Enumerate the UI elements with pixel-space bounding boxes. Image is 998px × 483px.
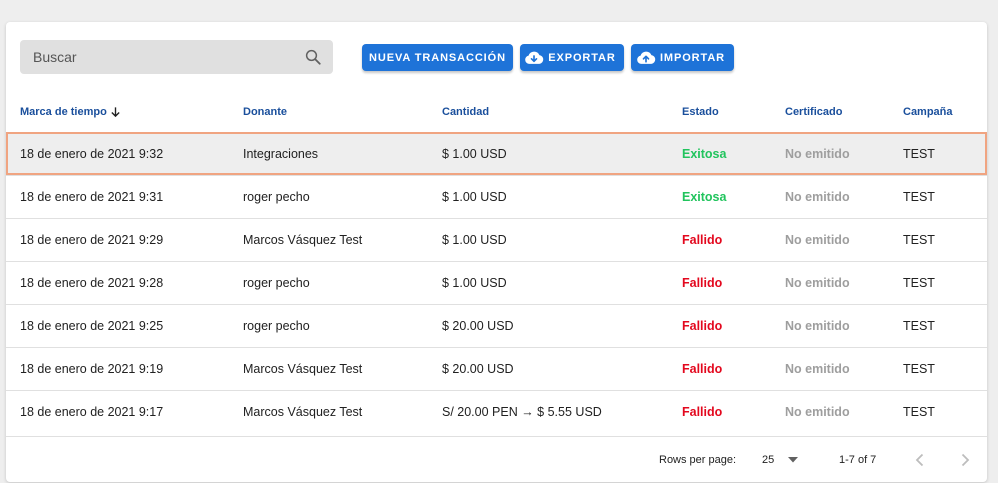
header-campaign-label: Campaña: [903, 106, 953, 118]
campaign-cell: TEST: [903, 319, 935, 333]
donor-cell: Marcos Vásquez Test: [243, 405, 363, 419]
table-row[interactable]: 18 de enero de 2021 9:29 Marcos Vásquez …: [6, 218, 987, 261]
rows-per-page-label: Rows per page:: [659, 454, 737, 466]
cloud-download-icon: [524, 48, 544, 68]
header-donor-label: Donante: [243, 106, 287, 118]
donor-cell: roger pecho: [243, 190, 310, 204]
certificate-cell: No emitido: [785, 233, 850, 247]
timestamp-cell: 18 de enero de 2021 9:29: [20, 233, 164, 247]
status-cell: Fallido: [682, 405, 723, 419]
export-button[interactable]: EXPORTAR: [520, 44, 624, 71]
campaign-cell: TEST: [903, 276, 935, 290]
arrow-down-icon: [111, 107, 120, 118]
amount-cell: $ 1.00 USD: [442, 276, 507, 290]
chevron-left-icon: [915, 453, 924, 467]
table-row[interactable]: 18 de enero de 2021 9:19 Marcos Vásquez …: [6, 347, 987, 390]
prev-page-button[interactable]: [914, 437, 926, 483]
amount-cell: $ 20.00 USD: [442, 362, 514, 376]
rows-per-page-value: 25: [762, 454, 775, 466]
certificate-cell: No emitido: [785, 405, 850, 419]
chevron-right-icon: [961, 453, 970, 467]
campaign-cell: TEST: [903, 233, 935, 247]
amount-cell: $ 20.00 USD: [442, 319, 514, 333]
certificate-cell: No emitido: [785, 362, 850, 376]
donor-cell: Marcos Vásquez Test: [243, 233, 363, 247]
certificate-cell: No emitido: [785, 147, 850, 161]
status-cell: Fallido: [682, 319, 723, 333]
caret-down-icon: [788, 457, 799, 463]
header-timestamp[interactable]: Marca de tiempo: [20, 106, 121, 118]
amount-cell: S/ 20.00 PEN → $ 5.55 USD: [442, 405, 602, 419]
page-range: 1-7 of 7: [839, 454, 877, 466]
campaign-cell: TEST: [903, 405, 935, 419]
status-cell: Fallido: [682, 233, 723, 247]
search-box[interactable]: [20, 40, 333, 74]
table-row[interactable]: 18 de enero de 2021 9:31 roger pecho $ 1…: [6, 175, 987, 218]
header-campaign[interactable]: Campaña: [903, 106, 953, 118]
new-transaction-button[interactable]: NUEVA TRANSACCIÓN: [362, 44, 513, 71]
campaign-cell: TEST: [903, 190, 935, 204]
import-button[interactable]: IMPORTAR: [631, 44, 734, 71]
new-transaction-label: NUEVA TRANSACCIÓN: [369, 51, 506, 64]
header-status[interactable]: Estado: [682, 106, 719, 118]
import-label: IMPORTAR: [659, 51, 726, 64]
status-cell: Fallido: [682, 362, 723, 376]
certificate-cell: No emitido: [785, 276, 850, 290]
donor-cell: Integraciones: [243, 147, 319, 161]
certificate-cell: No emitido: [785, 190, 850, 204]
table-row[interactable]: 18 de enero de 2021 9:25 roger pecho $ 2…: [6, 304, 987, 347]
certificate-cell: No emitido: [785, 319, 850, 333]
status-cell: Exitosa: [682, 147, 727, 161]
transactions-card: NUEVA TRANSACCIÓN EXPORTAR IMPORTAR Marc…: [6, 22, 987, 482]
header-amount-label: Cantidad: [442, 106, 490, 118]
campaign-cell: TEST: [903, 362, 935, 376]
amount-cell: $ 1.00 USD: [442, 233, 507, 247]
header-donor[interactable]: Donante: [243, 106, 287, 118]
amount-cell: $ 1.00 USD: [442, 147, 507, 161]
header-status-label: Estado: [682, 106, 719, 118]
next-page-button[interactable]: [959, 437, 971, 483]
timestamp-cell: 18 de enero de 2021 9:17: [20, 405, 164, 419]
donor-cell: Marcos Vásquez Test: [243, 362, 363, 376]
status-cell: Fallido: [682, 276, 723, 290]
transactions-table: Marca de tiempo Donante Cantidad Estado …: [6, 92, 987, 433]
cloud-upload-icon: [636, 48, 656, 68]
campaign-cell: TEST: [903, 147, 935, 161]
search-icon[interactable]: [303, 47, 323, 67]
table-header-row: Marca de tiempo Donante Cantidad Estado …: [6, 92, 987, 132]
header-timestamp-label: Marca de tiempo: [20, 106, 107, 118]
rows-per-page-select[interactable]: 25: [762, 437, 799, 483]
donor-cell: roger pecho: [243, 319, 310, 333]
status-cell: Exitosa: [682, 190, 727, 204]
header-amount[interactable]: Cantidad: [442, 106, 489, 118]
timestamp-cell: 18 de enero de 2021 9:28: [20, 276, 164, 290]
amount-cell: $ 1.00 USD: [442, 190, 507, 204]
search-input[interactable]: [31, 48, 303, 66]
timestamp-cell: 18 de enero de 2021 9:25: [20, 319, 164, 333]
table-row[interactable]: 18 de enero de 2021 9:28 roger pecho $ 1…: [6, 261, 987, 304]
table-pagination: Rows per page: 25 1-7 of 7: [6, 436, 987, 483]
timestamp-cell: 18 de enero de 2021 9:32: [20, 147, 164, 161]
timestamp-cell: 18 de enero de 2021 9:19: [20, 362, 164, 376]
table-row[interactable]: 18 de enero de 2021 9:32 Integraciones $…: [6, 132, 987, 175]
timestamp-cell: 18 de enero de 2021 9:31: [20, 190, 164, 204]
header-certificate[interactable]: Certificado: [785, 106, 842, 118]
header-certificate-label: Certificado: [785, 106, 843, 118]
export-label: EXPORTAR: [548, 51, 616, 64]
table-row[interactable]: 18 de enero de 2021 9:17 Marcos Vásquez …: [6, 390, 987, 433]
donor-cell: roger pecho: [243, 276, 310, 290]
